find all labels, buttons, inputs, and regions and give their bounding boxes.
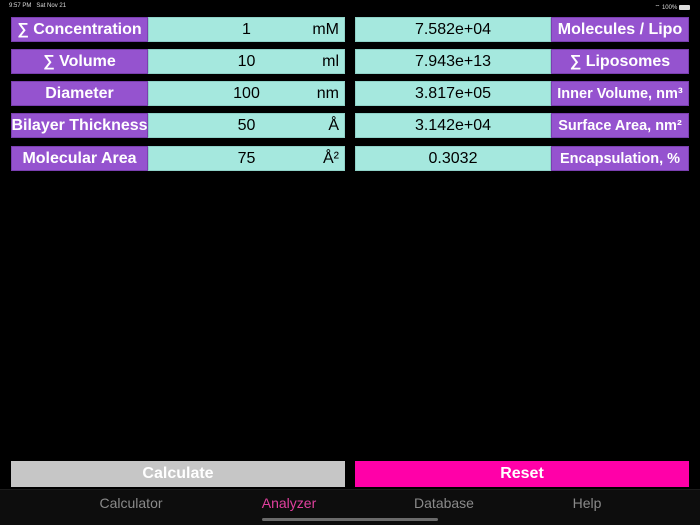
unit-label: Å² <box>323 150 339 167</box>
input-row: Bilayer Thickness 50 Å <box>11 113 345 138</box>
output-value: 7.943e+13 <box>355 49 551 74</box>
input-label: Diameter <box>11 81 148 106</box>
tab-help[interactable]: Help <box>573 495 602 511</box>
input-label: Molecular Area <box>11 146 148 171</box>
input-value: 50 <box>237 116 256 134</box>
output-label: Inner Volume, nm³ <box>551 81 689 106</box>
status-battery: ⌔ 100% <box>655 3 690 11</box>
input-value: 10 <box>237 52 256 70</box>
output-label: Surface Area, nm² <box>551 113 689 138</box>
input-field[interactable]: 1 mM <box>148 17 345 42</box>
tab-bar: Calculator Analyzer Database Help <box>0 489 700 525</box>
output-label: Molecules / Lipo <box>551 17 689 42</box>
output-value: 3.142e+04 <box>355 113 551 138</box>
input-value: 1 <box>242 20 251 38</box>
unit-label: ml <box>322 53 339 70</box>
unit-label: nm <box>316 85 339 102</box>
input-value: 75 <box>237 149 256 167</box>
input-field[interactable]: 50 Å <box>148 113 345 138</box>
reset-button[interactable]: Reset <box>355 461 689 487</box>
calculate-button[interactable]: Calculate <box>11 461 345 487</box>
input-row: Molecular Area 75 Å² <box>11 146 345 171</box>
input-row: ∑ Concentration 1 mM <box>11 17 345 42</box>
output-value: 7.582e+04 <box>355 17 551 42</box>
input-label: ∑ Volume <box>11 49 148 74</box>
output-row: 3.817e+05 Inner Volume, nm³ <box>355 81 689 106</box>
output-label: Encapsulation, % <box>551 146 689 171</box>
input-field[interactable]: 100 nm <box>148 81 345 106</box>
input-label: Bilayer Thickness <box>11 113 148 138</box>
input-row: ∑ Volume 10 ml <box>11 49 345 74</box>
input-value: 100 <box>233 84 260 102</box>
unit-label: Å <box>328 117 339 134</box>
tab-calculator[interactable]: Calculator <box>99 495 162 511</box>
home-indicator[interactable] <box>262 518 438 521</box>
tab-database[interactable]: Database <box>414 495 474 511</box>
input-label: ∑ Concentration <box>11 17 148 42</box>
unit-label: mM <box>312 21 339 38</box>
output-value: 0.3032 <box>355 146 551 171</box>
output-value: 3.817e+05 <box>355 81 551 106</box>
tab-analyzer[interactable]: Analyzer <box>262 495 316 511</box>
status-time: 9:57 PM Sat Nov 21 <box>9 3 67 9</box>
input-field[interactable]: 10 ml <box>148 49 345 74</box>
output-row: 3.142e+04 Surface Area, nm² <box>355 113 689 138</box>
output-row: 7.582e+04 Molecules / Lipo <box>355 17 689 42</box>
output-row: 0.3032 Encapsulation, % <box>355 146 689 171</box>
output-label: ∑ Liposomes <box>551 49 689 74</box>
input-row: Diameter 100 nm <box>11 81 345 106</box>
input-field[interactable]: 75 Å² <box>148 146 345 171</box>
output-row: 7.943e+13 ∑ Liposomes <box>355 49 689 74</box>
